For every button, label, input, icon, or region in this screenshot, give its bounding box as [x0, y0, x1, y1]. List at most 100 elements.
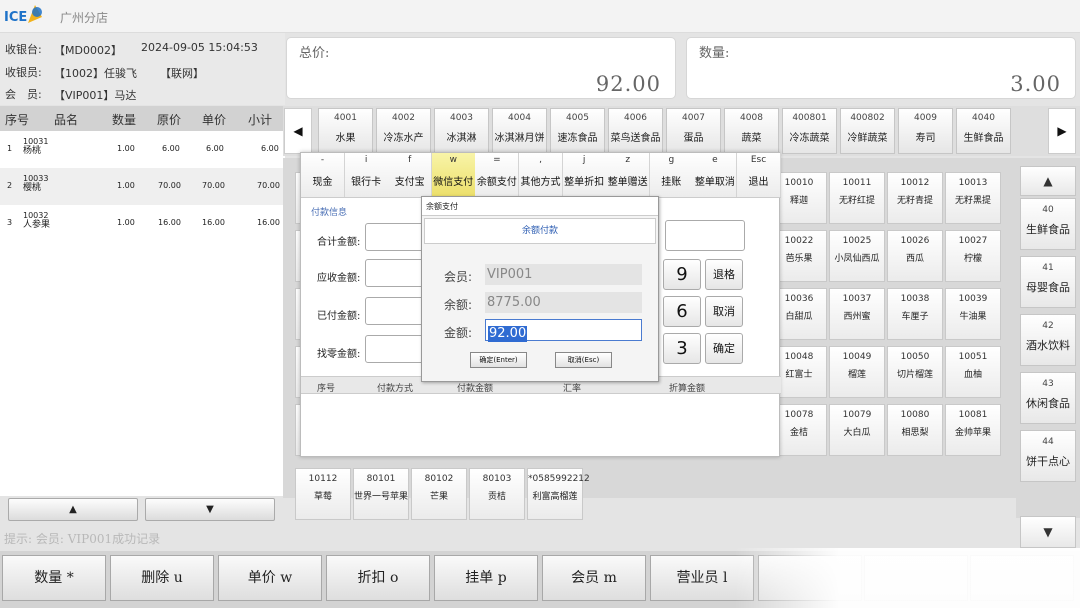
product-button[interactable]: 10012 无籽青提: [887, 172, 943, 224]
function-button[interactable]: 折扣 o: [326, 555, 430, 601]
tile-code: 4001: [334, 113, 357, 123]
category-button[interactable]: 4007 蛋品: [666, 108, 721, 154]
tile-code: 10038: [900, 294, 930, 304]
network-status: 【联网】: [160, 67, 204, 80]
category-button[interactable]: 400801 冷冻蔬菜: [782, 108, 837, 154]
product-button[interactable]: 10051 血柚: [945, 346, 1001, 398]
right-category-down-button[interactable]: ▼: [1020, 516, 1076, 548]
tile-name: 世界一号苹果: [354, 492, 409, 502]
product-button[interactable]: 10011 无籽红提: [829, 172, 885, 224]
product-button[interactable]: 10080 相思梨: [887, 404, 943, 456]
tile-name: 小凤仙西瓜: [834, 254, 880, 264]
category-button[interactable]: 4001 水果: [318, 108, 373, 154]
product-button[interactable]: 10025 小凤仙西瓜: [829, 230, 885, 282]
product-button[interactable]: 10050 切片榴莲: [887, 346, 943, 398]
payment-method-button[interactable]: f 支付宝: [388, 153, 433, 197]
paid-amount-label: 已付金额:: [317, 311, 361, 322]
product-button[interactable]: 10013 无籽黑提: [945, 172, 1001, 224]
product-button[interactable]: 80101 世界一号苹果: [353, 468, 409, 520]
keypad-3[interactable]: 3: [663, 333, 701, 364]
category-button[interactable]: 4005 速冻食品: [550, 108, 605, 154]
member-label: 会 员:: [5, 88, 42, 101]
product-button[interactable]: 10039 牛油果: [945, 288, 1001, 340]
category-button[interactable]: 4008 蔬菜: [724, 108, 779, 154]
payment-method-button[interactable]: = 余额支付: [475, 153, 520, 197]
category-button[interactable]: 4003 冰淇淋: [434, 108, 489, 154]
row-subtotal: 16.00: [257, 218, 280, 227]
product-button[interactable]: 80102 芒果: [411, 468, 467, 520]
change-amount-field: [365, 335, 425, 363]
row-name: 10031 杨桃: [23, 137, 48, 156]
table-row[interactable]: 1 10031 杨桃 1.00 6.00 6.00 6.00: [0, 131, 285, 168]
amount-input[interactable]: 92.00: [485, 319, 642, 342]
payment-method-button[interactable]: i 银行卡: [344, 153, 389, 197]
category-prev-button[interactable]: ◀: [284, 108, 312, 154]
payment-method-button[interactable]: j 整单折扣: [562, 153, 607, 197]
tile-name: 西瓜: [905, 254, 924, 264]
product-button[interactable]: *0585992212 利富高榴莲: [527, 468, 590, 520]
status-hint: 提示: 会员: VIP001成功记录: [4, 532, 161, 546]
function-button[interactable]: 单价 w: [218, 555, 322, 601]
method-name: 整单赠送: [607, 177, 648, 188]
ok-button[interactable]: 确定(Enter): [470, 352, 527, 368]
table-row[interactable]: 3 10032 人参果 1.00 16.00 16.00 16.00: [0, 205, 285, 242]
right-category-button[interactable]: 44 饼干点心: [1020, 430, 1076, 482]
method-name: 整单折扣: [564, 177, 605, 188]
tile-name: 西州蜜: [843, 312, 871, 322]
product-button[interactable]: 10027 柠檬: [945, 230, 1001, 282]
product-button[interactable]: 10049 榴莲: [829, 346, 885, 398]
tile-name: 大白瓜: [843, 428, 871, 438]
right-category-button[interactable]: 41 母婴食品: [1020, 256, 1076, 308]
keypad-backspace[interactable]: 退格: [705, 259, 743, 290]
payment-method-button[interactable]: g 挂账: [649, 153, 694, 197]
function-button[interactable]: 数量 *: [2, 555, 106, 601]
category-button[interactable]: 4040 生鲜食品: [956, 108, 1011, 154]
cancel-button[interactable]: 取消(Esc): [555, 352, 612, 368]
method-key: f: [408, 155, 412, 165]
payment-method-button[interactable]: z 整单赠送: [606, 153, 651, 197]
right-category-up-button[interactable]: ▲: [1020, 166, 1076, 196]
payment-method-button[interactable]: , 其他方式: [519, 153, 563, 197]
tile-name: 相思梨: [901, 428, 929, 438]
row-name: 10033 樱桃: [23, 174, 48, 193]
keypad-cancel[interactable]: 取消: [705, 296, 743, 327]
category-button[interactable]: 4004 冰淇淋月饼: [492, 108, 547, 154]
category-button[interactable]: 4002 冷冻水产: [376, 108, 431, 154]
quantity-panel: 数量: 3.00: [686, 37, 1076, 99]
category-button[interactable]: 4006 菜鸟送食品: [608, 108, 663, 154]
table-row[interactable]: 2 10033 樱桃 1.00 70.00 70.00 70.00: [0, 168, 285, 205]
product-button[interactable]: 80103 贡桔: [469, 468, 525, 520]
list-scroll-down-button[interactable]: ▼: [145, 498, 275, 521]
category-button[interactable]: 400802 冷鲜蔬菜: [840, 108, 895, 154]
function-button[interactable]: 会员 m: [542, 555, 646, 601]
method-key: Esc: [750, 155, 767, 165]
function-button[interactable]: 挂单 p: [434, 555, 538, 601]
payment-method-button[interactable]: w 微信支付: [431, 153, 476, 197]
right-category-button[interactable]: 40 生鲜食品: [1020, 198, 1076, 250]
payment-amount-input[interactable]: [665, 220, 745, 251]
tile-name: 冰淇淋: [446, 133, 477, 144]
product-button[interactable]: 10081 金帅苹果: [945, 404, 1001, 456]
tile-name: 切片榴莲: [896, 370, 933, 380]
product-button[interactable]: 10037 西州蜜: [829, 288, 885, 340]
payment-method-button[interactable]: - 现金: [301, 153, 345, 197]
tile-name: 生鲜食品: [963, 133, 1004, 144]
keypad-9[interactable]: 9: [663, 259, 701, 290]
keypad-6[interactable]: 6: [663, 296, 701, 327]
tile-code: 80103: [482, 474, 512, 484]
function-button[interactable]: 删除 u: [110, 555, 214, 601]
product-button[interactable]: 10112 草莓: [295, 468, 351, 520]
category-button[interactable]: 4009 寿司: [898, 108, 953, 154]
right-category-button[interactable]: 43 休闲食品: [1020, 372, 1076, 424]
payment-method-button[interactable]: e 整单取消: [693, 153, 738, 197]
pay-col-rate: 汇率: [563, 384, 582, 394]
payment-method-button[interactable]: Esc 退出: [737, 153, 781, 197]
keypad-confirm[interactable]: 确定: [705, 333, 743, 364]
category-next-button[interactable]: ▶: [1048, 108, 1076, 154]
product-button[interactable]: 10026 西瓜: [887, 230, 943, 282]
right-category-button[interactable]: 42 酒水饮料: [1020, 314, 1076, 366]
list-scroll-up-button[interactable]: ▲: [8, 498, 138, 521]
product-button[interactable]: 10079 大白瓜: [829, 404, 885, 456]
tile-name: 生鲜食品: [1026, 223, 1070, 236]
product-button[interactable]: 10038 车厘子: [887, 288, 943, 340]
